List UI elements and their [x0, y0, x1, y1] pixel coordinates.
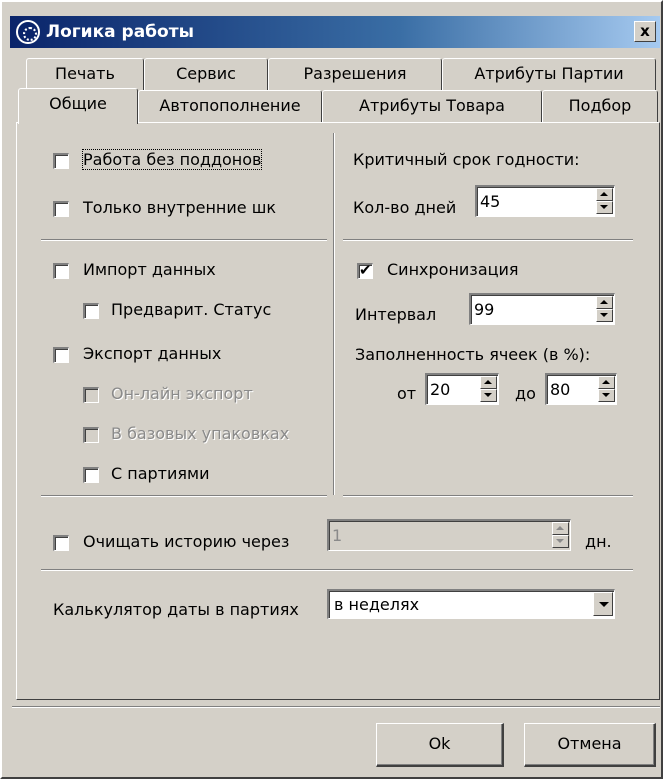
days-unit-label: дн. — [585, 532, 612, 551]
days-spinner[interactable]: 45 — [475, 185, 615, 217]
checkbox-box[interactable] — [83, 467, 99, 483]
interval-value[interactable]: 99 — [474, 300, 494, 319]
ok-button[interactable]: Ok — [376, 723, 504, 767]
checkbox-box[interactable] — [53, 535, 69, 551]
tab-picking[interactable]: Подбор — [542, 90, 658, 122]
vertical-divider — [333, 133, 335, 495]
days-value[interactable]: 45 — [480, 192, 500, 211]
spin-up-icon — [552, 522, 569, 535]
base-packs-label: В базовых упаковках — [111, 424, 290, 443]
sync-label: Синхронизация — [387, 260, 519, 279]
no-pallets-label: Работа без поддонов — [81, 149, 263, 170]
interval-spinner[interactable]: 99 — [469, 293, 615, 325]
divider-right-2 — [343, 495, 633, 497]
cell-fill-title: Заполненность ячеек (в %): — [355, 345, 591, 364]
history-days-value: 1 — [332, 526, 343, 545]
checkbox-box[interactable] — [53, 201, 69, 217]
online-export-label: Он-лайн экспорт — [111, 384, 253, 403]
divider-left-2 — [41, 495, 327, 497]
to-value[interactable]: 80 — [550, 380, 570, 399]
dropdown-arrow-icon[interactable] — [593, 592, 613, 616]
spin-down-icon[interactable] — [480, 389, 497, 402]
checkbox-box[interactable] — [83, 303, 99, 319]
close-button[interactable]: x — [634, 21, 656, 42]
critical-shelf-life-title: Критичный срок годности: — [353, 150, 580, 169]
tab-batch-attributes[interactable]: Атрибуты Партии — [442, 58, 656, 90]
spin-down-icon — [552, 535, 569, 548]
history-days-spinner: 1 — [327, 519, 571, 551]
tab-print[interactable]: Печать — [26, 58, 144, 90]
with-batches-label: С партиями — [111, 464, 210, 483]
to-label: до — [515, 384, 536, 403]
clear-history-label: Очищать историю через — [83, 532, 290, 551]
divider-right-1 — [343, 239, 633, 241]
checkbox-box[interactable] — [53, 263, 69, 279]
divider-3 — [41, 569, 633, 571]
tab-auto-replenish[interactable]: Автопополнение — [138, 90, 322, 122]
from-spinner[interactable]: 20 — [425, 373, 499, 405]
date-calculator-value: в неделях — [334, 595, 420, 614]
checkbox-box[interactable] — [53, 347, 69, 363]
window-title: Логика работы — [46, 22, 194, 42]
checkbox-box[interactable] — [53, 153, 69, 169]
tab-general[interactable]: Общие — [18, 88, 138, 124]
spin-down-icon[interactable] — [598, 389, 615, 402]
cancel-button[interactable]: Отмена — [524, 723, 656, 767]
spin-up-icon[interactable] — [596, 296, 613, 309]
title-bar[interactable]: Логика работы x — [10, 16, 660, 48]
checkbox-box — [83, 387, 99, 403]
spin-up-icon[interactable] — [598, 376, 615, 389]
date-calculator-label: Калькулятор даты в партиях — [53, 600, 299, 619]
checkbox-box — [83, 427, 99, 443]
footer-divider — [12, 706, 660, 708]
spin-down-icon[interactable] — [596, 201, 613, 214]
date-calculator-select[interactable]: в неделях — [327, 589, 615, 619]
spin-up-icon[interactable] — [480, 376, 497, 389]
tab-permissions[interactable]: Разрешения — [268, 58, 442, 90]
dialog-window: Логика работы x Печать Сервис Разрешения… — [0, 0, 663, 779]
general-tab-panel: Работа без поддонов Только внутренние шк… — [16, 122, 660, 700]
days-label: Кол-во дней — [353, 198, 457, 217]
internal-barcodes-label: Только внутренние шк — [83, 198, 276, 217]
to-spinner[interactable]: 80 — [545, 373, 617, 405]
tab-service[interactable]: Сервис — [144, 58, 268, 90]
from-label: от — [397, 384, 417, 403]
prelim-status-label: Предварит. Статус — [111, 300, 272, 319]
app-icon — [16, 20, 40, 44]
interval-label: Интервал — [355, 305, 437, 324]
spin-up-icon[interactable] — [596, 188, 613, 201]
checkbox-box[interactable] — [357, 261, 373, 279]
tab-product-attributes[interactable]: Атрибуты Товара — [322, 90, 542, 122]
divider-left-1 — [41, 239, 327, 241]
spin-down-icon[interactable] — [596, 309, 613, 322]
export-label: Экспорт данных — [83, 344, 222, 363]
import-label: Импорт данных — [83, 260, 216, 279]
from-value[interactable]: 20 — [430, 380, 450, 399]
